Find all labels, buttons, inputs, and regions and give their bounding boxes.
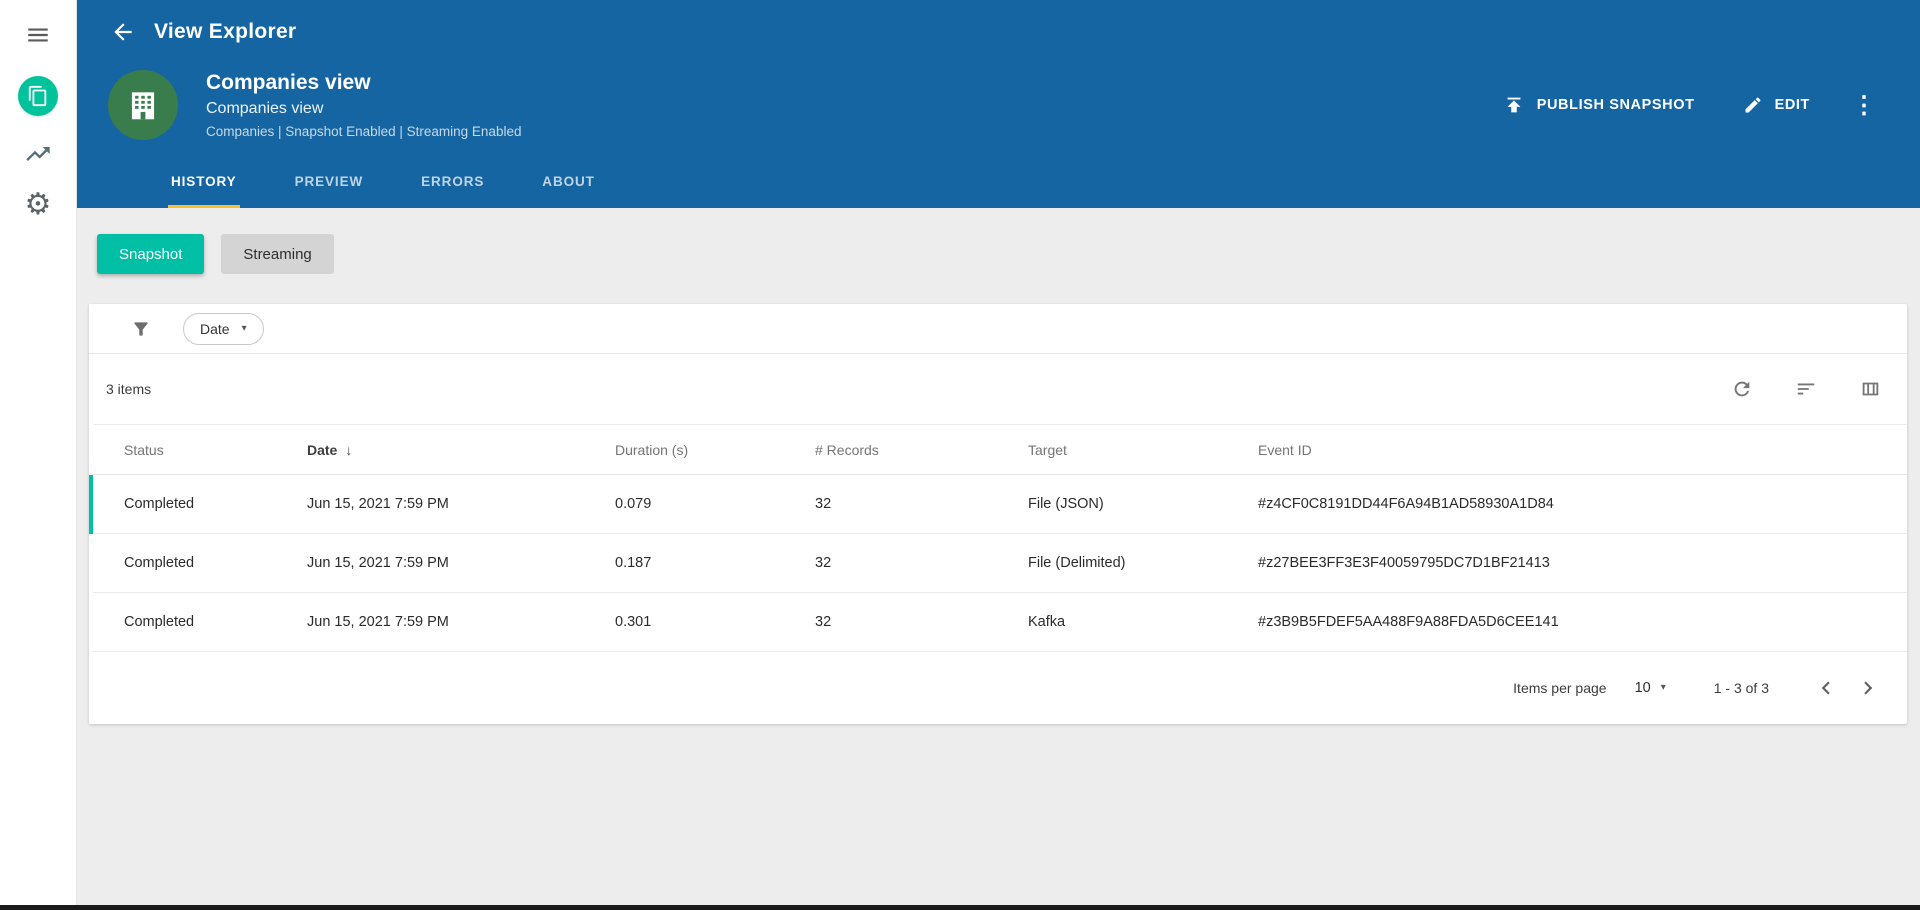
horizontal-scrollbar[interactable] [0,905,1920,910]
edit-label: EDIT [1774,97,1810,113]
snapshot-toggle-button[interactable]: Snapshot [97,234,205,274]
sidebar: ⚙ [0,0,77,910]
views-nav-icon[interactable] [18,76,58,116]
cell-duration: 0.187 [615,533,815,593]
history-table: Status Date ↓ Duration (s) # Records Targ… [89,424,1907,652]
back-arrow-icon[interactable] [110,19,136,45]
cell-date: Jun 15, 2021 7:59 PM [307,474,615,534]
view-subtitle: Companies view [206,100,324,117]
filter-funnel-icon[interactable] [131,319,151,339]
upload-icon [1507,97,1521,113]
table-row[interactable]: Completed Jun 15, 2021 7:59 PM 0.079 32 … [89,474,1907,534]
gear-glyph: ⚙ [24,188,52,221]
date-filter-chip[interactable]: Date ▾ [183,312,264,345]
publish-snapshot-label: PUBLISH SNAPSHOT [1536,97,1695,113]
column-header-event-id[interactable]: Event ID [1258,424,1907,475]
items-per-page-value: 10 [1634,680,1651,696]
pagination-range: 1 - 3 of 3 [1713,680,1769,696]
table-header: Status Date ↓ Duration (s) # Records Targ… [91,424,1907,475]
cell-status: Completed [91,533,307,593]
edit-button[interactable]: EDIT [1743,95,1810,115]
view-titles: Companies view Companies view Companies … [206,71,521,139]
tab-preview[interactable]: PREVIEW [292,162,367,208]
tab-errors[interactable]: ERRORS [418,162,487,208]
cell-records: 32 [815,474,1028,534]
settings-gear-icon[interactable]: ⚙ [25,190,52,220]
hamburger-menu-icon[interactable] [25,22,51,48]
cell-date: Jun 15, 2021 7:59 PM [307,533,615,593]
content-area: Snapshot Streaming Date ▾ 3 items Status… [77,208,1920,910]
table-toolbar: 3 items [89,354,1907,424]
column-header-records[interactable]: # Records [815,424,1028,475]
cell-date: Jun 15, 2021 7:59 PM [307,592,615,652]
view-avatar [108,70,178,140]
column-header-status[interactable]: Status [91,424,307,475]
kebab-glyph: ⋮ [1852,91,1876,119]
table-actions [1731,378,1881,400]
building-icon [131,92,155,120]
cell-duration: 0.301 [615,592,815,652]
cell-duration: 0.079 [615,474,815,534]
refresh-icon[interactable] [1731,378,1753,400]
cell-event-id: #z3B9B5FDEF5AA488F9A88FDA5D6CEE141 [1258,592,1907,652]
column-header-target[interactable]: Target [1028,424,1258,475]
tab-bar: HISTORY PREVIEW ERRORS ABOUT [77,162,1920,208]
streaming-toggle-button[interactable]: Streaming [221,234,334,274]
cell-status: Completed [91,592,307,652]
page-title: View Explorer [154,20,297,43]
chevron-down-icon: ▾ [241,322,247,334]
table-row[interactable]: Completed Jun 15, 2021 7:59 PM 0.187 32 … [91,533,1907,593]
header-actions: PUBLISH SNAPSHOT EDIT ⋮ [1503,91,1876,120]
view-meta: Companies | Snapshot Enabled | Streaming… [206,124,522,139]
column-header-duration[interactable]: Duration (s) [615,424,815,475]
cell-event-id: #z4CF0C8191DD44F6A94B1AD58930A1D84 [1258,474,1907,534]
cell-records: 32 [815,592,1028,652]
date-chip-label: Date [200,320,230,337]
next-page-chevron-icon[interactable] [1847,667,1889,709]
column-header-date[interactable]: Date ↓ [307,424,615,475]
mode-toggle-group: Snapshot Streaming [77,234,1920,274]
main-area: View Explorer Companies view Companies v… [77,0,1920,910]
sort-lines-icon[interactable] [1795,378,1817,400]
column-header-date-label: Date [307,441,338,458]
table-row[interactable]: Completed Jun 15, 2021 7:59 PM 0.301 32 … [91,592,1907,652]
app-root: ⚙ View Explorer Companies view Companies… [0,0,1920,910]
filter-bar: Date ▾ [89,304,1907,354]
view-name: Companies view [206,71,371,94]
history-card: Date ▾ 3 items Status Date ↓ Duration (s… [89,304,1907,724]
cell-records: 32 [815,533,1028,593]
pencil-icon [1745,97,1761,113]
items-per-page-select[interactable]: 10 ▾ [1635,680,1666,696]
view-header: Companies view Companies view Companies … [77,64,1920,140]
cell-target: File (Delimited) [1028,533,1258,593]
appbar-top: View Explorer [77,0,1920,64]
publish-snapshot-button[interactable]: PUBLISH SNAPSHOT [1503,94,1695,116]
items-per-page-label: Items per page [1513,680,1607,696]
stacked-pages-icon [28,85,47,107]
tab-about[interactable]: ABOUT [539,162,598,208]
items-count: 3 items [106,381,152,397]
previous-page-chevron-icon[interactable] [1805,667,1847,709]
cell-event-id: #z27BEE3FF3E3F40059795DC7D1BF21413 [1258,533,1907,593]
tab-history[interactable]: HISTORY [168,162,240,208]
pagination-bar: Items per page 10 ▾ 1 - 3 of 3 [89,652,1907,724]
sort-desc-icon: ↓ [345,441,353,458]
chevron-down-icon: ▾ [1660,682,1666,693]
cell-target: File (JSON) [1028,474,1258,534]
cell-target: Kafka [1028,592,1258,652]
app-header: View Explorer Companies view Companies v… [77,0,1920,208]
columns-icon[interactable] [1859,378,1881,400]
metrics-trending-icon[interactable] [24,140,52,168]
cell-status: Completed [89,474,307,534]
kebab-menu-icon[interactable]: ⋮ [1852,91,1876,120]
